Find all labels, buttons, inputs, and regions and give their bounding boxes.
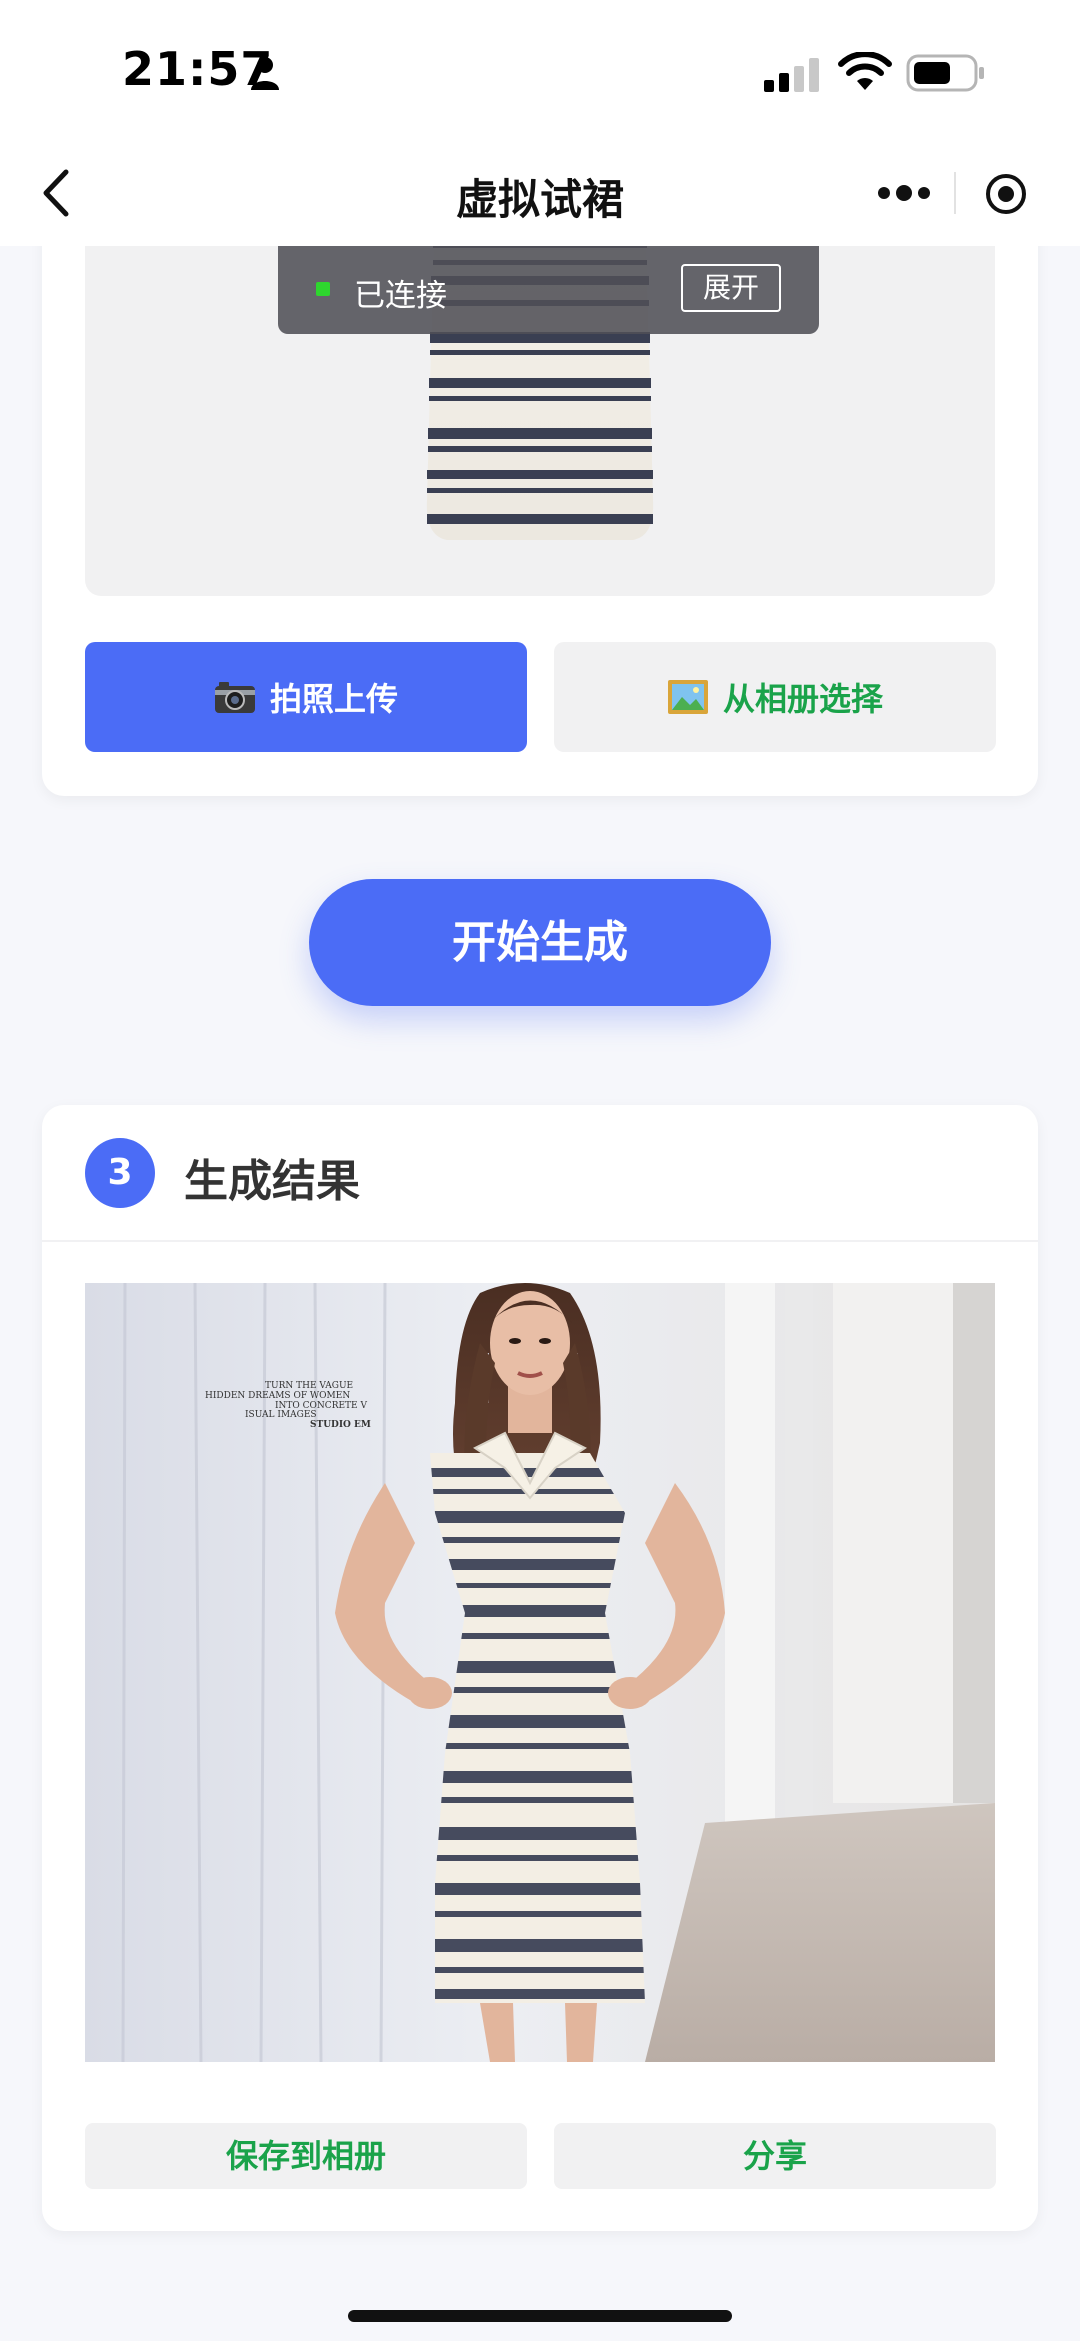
start-generate-button[interactable]: 开始生成: [309, 879, 771, 1006]
home-indicator: [348, 2310, 732, 2322]
more-icon[interactable]: [876, 178, 932, 208]
share-button[interactable]: 分享: [554, 2123, 996, 2189]
connection-status-text: 已连接: [354, 278, 447, 314]
expand-button[interactable]: 展开: [681, 264, 781, 312]
connection-indicator: [316, 282, 330, 296]
svg-text:ISUAL IMAGES: ISUAL IMAGES: [245, 1410, 317, 1420]
svg-text:TURN THE VAGUE: TURN THE VAGUE: [265, 1381, 353, 1391]
take-photo-button[interactable]: 拍照上传: [85, 642, 527, 752]
result-card: 3 生成结果 TURN THE VAGUE HIDDEN DREAMS OF W…: [42, 1105, 1038, 2231]
mini-program-capsule: [856, 160, 1052, 226]
result-section-title: 生成结果: [184, 1156, 360, 1207]
save-to-album-button[interactable]: 保存到相册: [85, 2123, 527, 2189]
status-bar: 21:57: [0, 0, 1080, 140]
nav-bar: 虚拟试裙: [0, 140, 1080, 246]
generated-result-image[interactable]: TURN THE VAGUE HIDDEN DREAMS OF WOMEN IN…: [85, 1283, 995, 2062]
svg-text:STUDIO EM: STUDIO EM: [310, 1420, 371, 1430]
choose-from-album-button[interactable]: 从相册选择: [554, 642, 996, 752]
section-divider: [42, 1240, 1038, 1242]
camera-icon: [214, 682, 255, 713]
svg-text:HIDDEN DREAMS OF WOMEN: HIDDEN DREAMS OF WOMEN: [205, 1391, 350, 1401]
target-icon[interactable]: [984, 172, 1028, 216]
choose-from-album-label: 从相册选择: [722, 680, 883, 718]
person-icon: [251, 57, 279, 90]
app-screen: 21:57 虚拟试裙 已连接 展开 拍照上传 从相册选择 开始生成 3 生成结果…: [0, 0, 1080, 2341]
picture-icon: [667, 680, 708, 714]
step-number-badge: 3: [85, 1138, 155, 1208]
capsule-divider: [954, 172, 956, 214]
connection-status-bar: 已连接 展开: [278, 246, 819, 334]
battery-icon: [906, 54, 984, 92]
signal-icon: [764, 58, 819, 92]
wifi-icon: [838, 52, 892, 90]
take-photo-label: 拍照上传: [269, 680, 398, 718]
